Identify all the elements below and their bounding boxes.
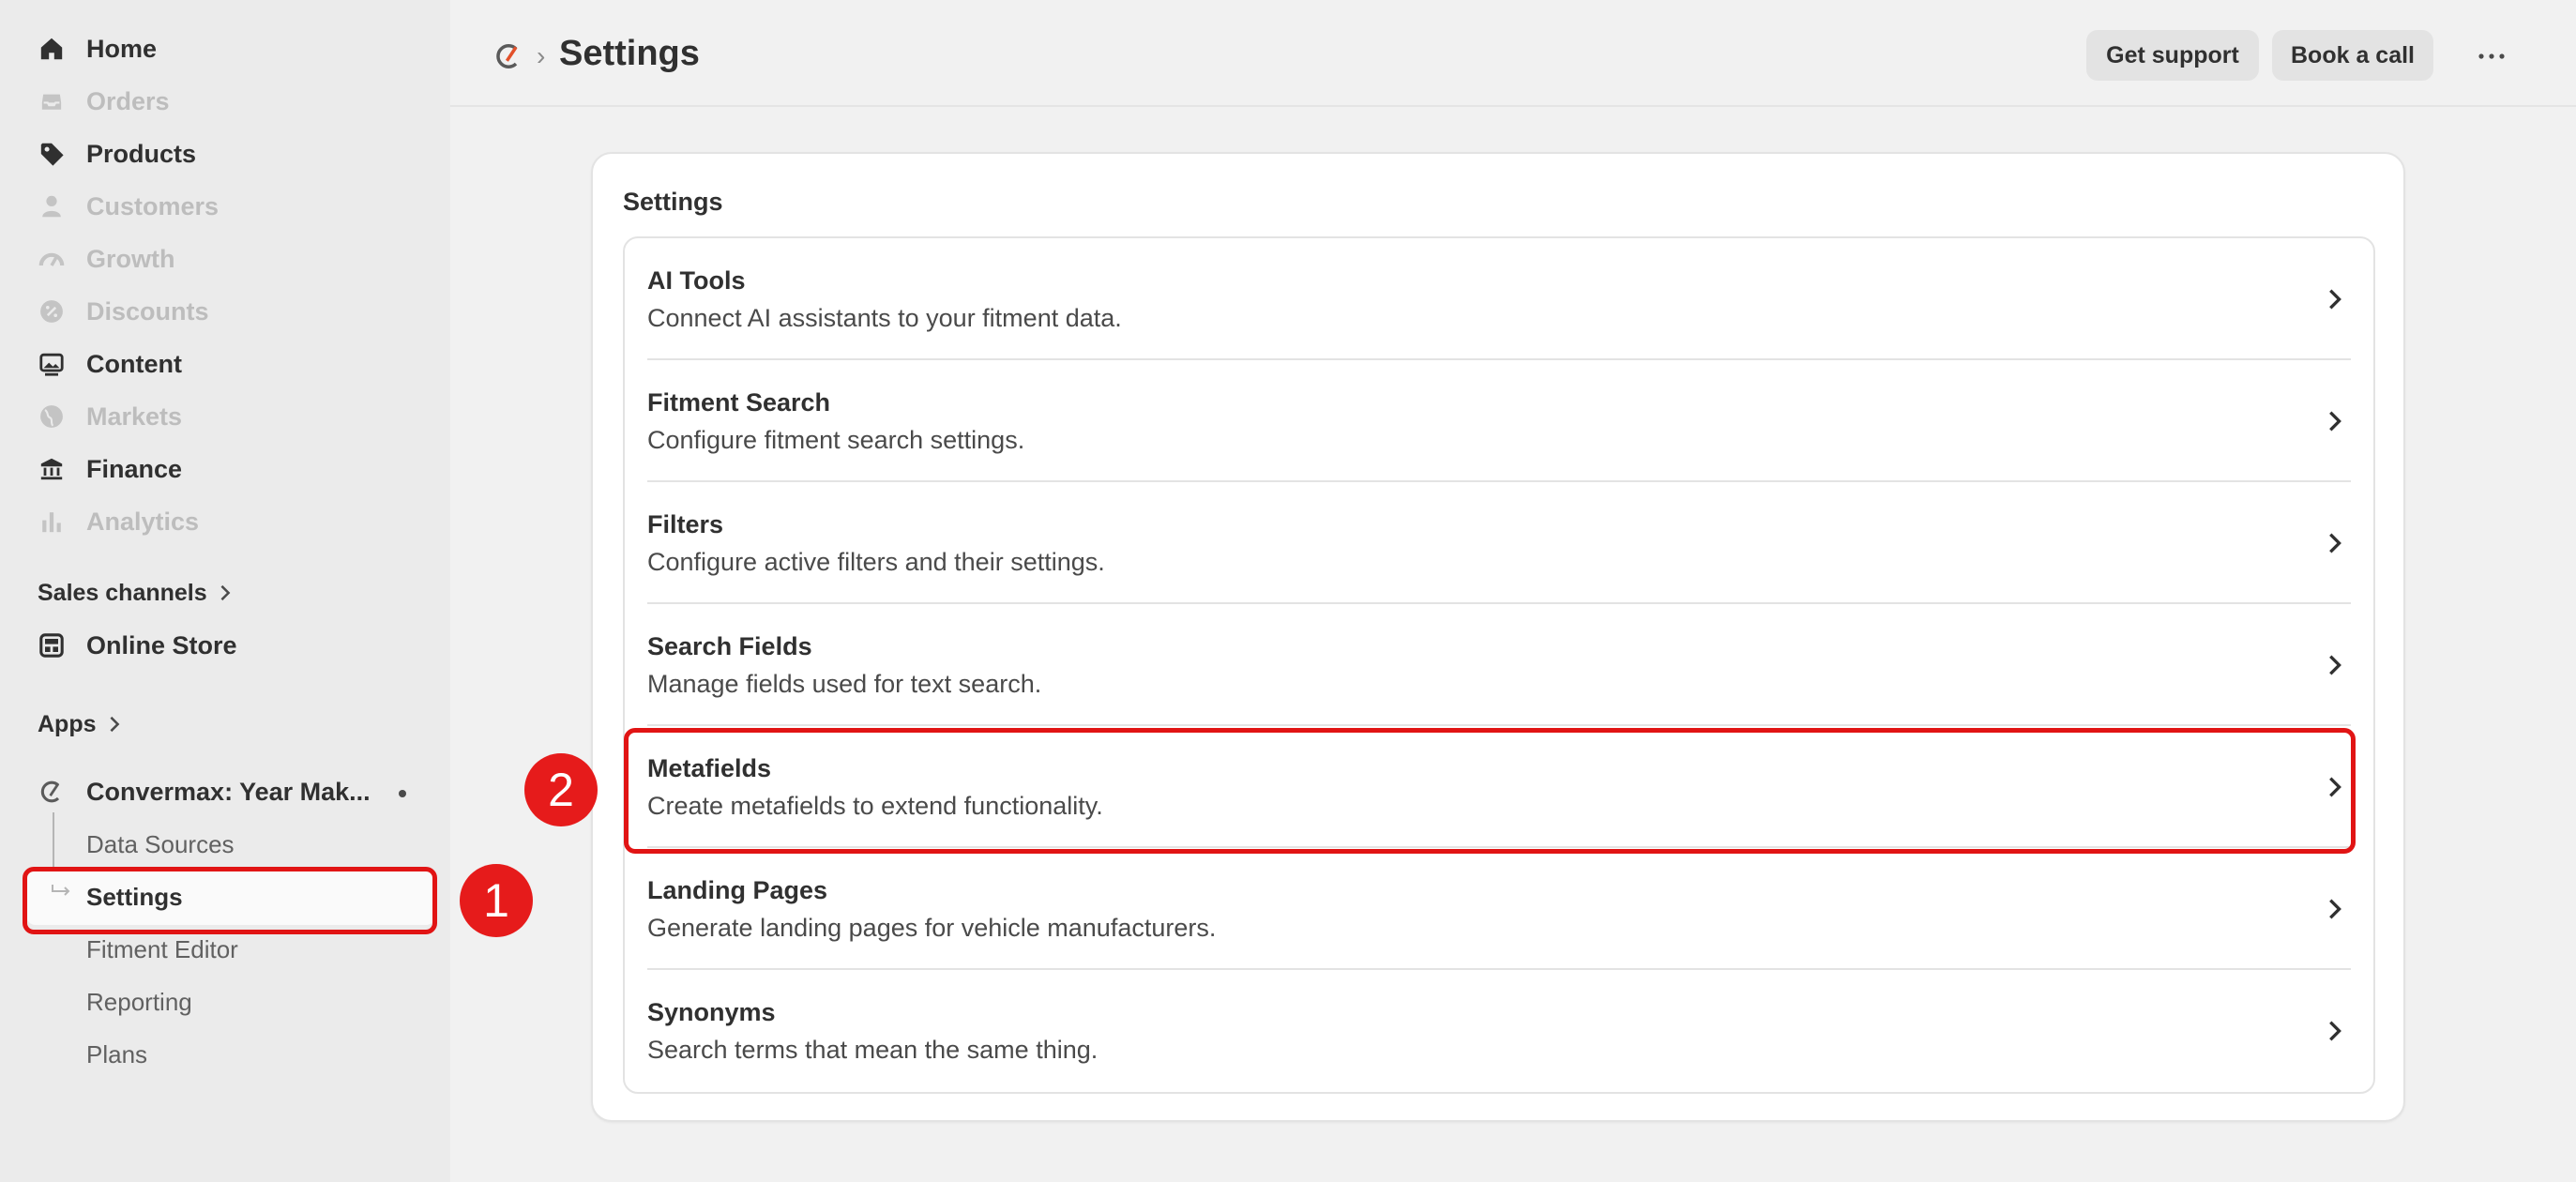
sub-item-plans[interactable]: Plans <box>86 1034 147 1075</box>
chevron-right-icon <box>2329 655 2341 675</box>
row-title: Synonyms <box>647 998 776 1026</box>
nav-online-store-label: Online Store <box>86 630 237 659</box>
chevron-right-icon <box>110 716 119 733</box>
discount-icon <box>38 297 66 326</box>
nav-finance[interactable]: Finance <box>38 448 182 490</box>
ellipsis-icon <box>2478 53 2505 59</box>
chevron-right-icon <box>2329 289 2341 310</box>
nav-discounts[interactable]: Discounts <box>38 291 209 332</box>
settings-list: AI Tools Connect AI assistants to your f… <box>623 236 2375 1094</box>
nav-customers-label: Customers <box>86 191 220 220</box>
sales-channels-heading[interactable]: Sales channels <box>38 574 234 612</box>
nav-home-label: Home <box>86 34 158 63</box>
apps-label: Apps <box>38 710 97 737</box>
sales-channels-label: Sales channels <box>38 579 207 606</box>
app-logo-icon[interactable] <box>493 41 523 71</box>
globe-icon <box>38 402 66 431</box>
row-description: Search terms that mean the same thing. <box>647 1036 1099 1064</box>
nav-products-label: Products <box>86 139 197 168</box>
settings-row-fitment-search[interactable]: Fitment Search Configure fitment search … <box>625 360 2373 482</box>
annotation-step-1: 1 <box>460 864 533 937</box>
chevron-right-icon <box>2329 899 2341 919</box>
annotation-highlight-metafields <box>624 728 2356 854</box>
card-title: Settings <box>623 188 723 216</box>
settings-row-synonyms[interactable]: Synonyms Search terms that mean the same… <box>625 970 2373 1092</box>
sidebar: Home Orders Products Customers Growth Di… <box>0 0 450 1182</box>
sub-item-fitment-editor[interactable]: Fitment Editor <box>86 929 238 970</box>
sub-item-data-sources[interactable]: Data Sources <box>86 824 235 865</box>
nav-content[interactable]: Content <box>38 343 182 385</box>
nav-markets[interactable]: Markets <box>38 396 182 437</box>
sub-item-reporting[interactable]: Reporting <box>86 981 192 1023</box>
page-title: Settings <box>559 34 700 73</box>
app-name-label: Convermax: Year Mak... <box>86 777 371 806</box>
annotation-step-2: 2 <box>524 753 598 826</box>
nav-content-label: Content <box>86 349 182 378</box>
more-actions-button[interactable] <box>2465 39 2518 73</box>
person-icon <box>38 192 66 220</box>
nav-analytics[interactable]: Analytics <box>38 501 199 542</box>
convermax-logo-icon <box>38 778 66 806</box>
annotation-highlight-settings <box>23 867 437 934</box>
row-description: Configure active filters and their setti… <box>647 548 1105 576</box>
gauge-icon <box>38 245 66 273</box>
nav-finance-label: Finance <box>86 454 183 483</box>
tag-icon <box>38 140 66 168</box>
nav-online-store[interactable]: Online Store <box>38 625 237 666</box>
row-title: Filters <box>647 510 724 538</box>
get-support-button[interactable]: Get support <box>2086 30 2259 81</box>
row-title: AI Tools <box>647 266 746 295</box>
breadcrumb-separator: › <box>537 41 546 70</box>
nav-products[interactable]: Products <box>38 133 196 174</box>
book-a-call-button[interactable]: Book a call <box>2272 30 2433 81</box>
settings-row-landing-pages[interactable]: Landing Pages Generate landing pages for… <box>625 848 2373 970</box>
chevron-right-icon <box>2329 411 2341 432</box>
image-icon <box>38 350 66 378</box>
nav-growth-label: Growth <box>86 244 175 273</box>
row-title: Fitment Search <box>647 388 831 417</box>
settings-row-filters[interactable]: Filters Configure active filters and the… <box>625 482 2373 604</box>
settings-card: Settings AI Tools Connect AI assistants … <box>591 152 2405 1122</box>
row-title: Search Fields <box>647 632 812 660</box>
nav-analytics-label: Analytics <box>86 507 200 536</box>
store-icon <box>38 631 66 659</box>
nav-app-convermax[interactable]: Convermax: Year Mak... <box>38 771 371 812</box>
row-title: Landing Pages <box>647 876 828 904</box>
bank-icon <box>38 455 66 483</box>
apps-heading[interactable]: Apps <box>38 705 123 743</box>
nav-discounts-label: Discounts <box>86 296 209 326</box>
nav-markets-label: Markets <box>86 402 183 431</box>
nav-customers[interactable]: Customers <box>38 186 219 227</box>
row-description: Generate landing pages for vehicle manuf… <box>647 914 1217 942</box>
settings-row-ai-tools[interactable]: AI Tools Connect AI assistants to your f… <box>625 238 2373 360</box>
row-description: Configure fitment search settings. <box>647 426 1025 454</box>
chevron-right-icon <box>2329 533 2341 553</box>
nav-orders[interactable]: Orders <box>38 81 170 122</box>
chevron-right-icon <box>220 584 231 601</box>
nav-growth[interactable]: Growth <box>38 238 175 280</box>
nav-orders-label: Orders <box>86 86 170 115</box>
nav-home[interactable]: Home <box>38 28 157 69</box>
chevron-right-icon <box>2329 1021 2341 1041</box>
inbox-icon <box>38 87 66 115</box>
settings-row-search-fields[interactable]: Search Fields Manage fields used for tex… <box>625 604 2373 726</box>
row-description: Manage fields used for text search. <box>647 670 1042 698</box>
app-status-dot <box>399 790 406 797</box>
bar-chart-icon <box>38 508 66 536</box>
top-bar: › Settings Get support Book a call <box>450 0 2576 107</box>
home-icon <box>38 35 66 63</box>
row-description: Connect AI assistants to your fitment da… <box>647 304 1122 332</box>
